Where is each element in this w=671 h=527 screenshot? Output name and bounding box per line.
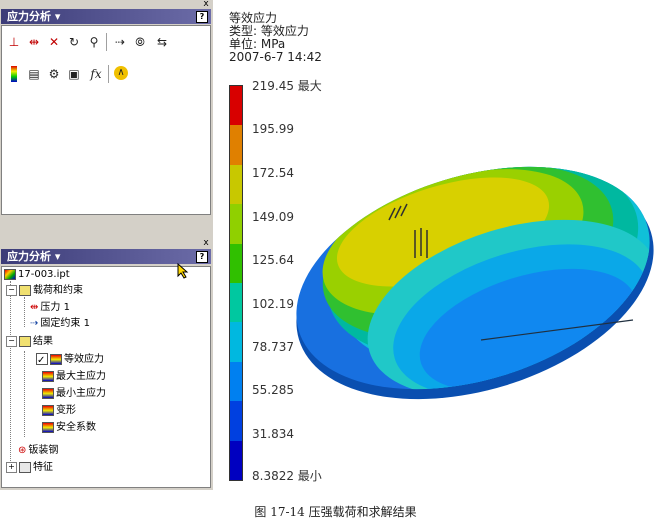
tree-item-features[interactable]: + 特征 xyxy=(6,461,53,475)
part-icon xyxy=(4,268,16,280)
stress-result-icon xyxy=(50,353,62,365)
collapse-icon[interactable]: − xyxy=(6,335,17,347)
pressure-load-icon[interactable]: ⦾ xyxy=(132,34,148,50)
checkbox-checked-icon[interactable]: ✓ xyxy=(36,353,48,366)
stress-legend-colorbar xyxy=(229,85,243,481)
legend-color-band xyxy=(229,86,243,126)
legend-value-2: 172.54 xyxy=(252,166,294,180)
legend-color-band xyxy=(229,322,243,362)
fixed-constraint-icon[interactable]: ⊥ xyxy=(6,34,22,50)
tree-item-equivalent-stress[interactable]: ✓ 等效应力 xyxy=(36,353,104,367)
legend-value-5: 102.19 xyxy=(252,297,294,311)
legend-value-3: 149.09 xyxy=(252,210,294,224)
update-icon[interactable]: ∧ xyxy=(114,66,128,80)
deformation-result-icon xyxy=(42,404,54,416)
tree-item-deformation[interactable]: 变形 xyxy=(42,404,76,418)
legend-color-band xyxy=(229,283,243,323)
report-icon[interactable]: ▤ xyxy=(26,66,42,82)
tree-line xyxy=(24,297,26,327)
results-folder-icon xyxy=(19,335,31,347)
legend-color-band xyxy=(229,243,243,283)
body-load-icon[interactable]: ⇆ xyxy=(154,34,170,50)
legend-value-1: 195.99 xyxy=(252,122,294,136)
legend-color-band xyxy=(229,204,243,244)
top-panel-close-icon[interactable]: x xyxy=(201,0,211,9)
tree-item-results[interactable]: − 结果 xyxy=(6,335,53,349)
result-timestamp: 2007-6-7 14:42 xyxy=(229,50,322,64)
bottom-panel-close-icon[interactable]: x xyxy=(201,239,211,248)
sheetmetal-icon: ⊛ xyxy=(18,445,27,456)
pressure-icon: ⇹ xyxy=(30,302,39,313)
legend-color-band xyxy=(229,361,243,402)
function-icon[interactable]: fx xyxy=(88,66,104,82)
top-panel-title[interactable]: 应力分析 ▾ ? xyxy=(1,9,211,24)
safety-result-icon xyxy=(42,421,54,433)
tree-line xyxy=(24,351,26,437)
legend-color-band xyxy=(229,164,243,205)
animate-icon[interactable]: ⚙ xyxy=(46,66,62,82)
tree-item-loads-constraints[interactable]: − 载荷和约束 xyxy=(6,284,83,298)
moment-load-icon[interactable]: ↻ xyxy=(66,34,82,50)
mouse-cursor-icon xyxy=(177,263,189,279)
bottom-panel-title-text: 应力分析 ▾ xyxy=(7,250,61,263)
stress-analysis-toolbar: ⊥ ⇹ ✕ ↻ ⚲ ⇢ ⦾ ⇆ ▤ ⚙ ▣ fx ∧ xyxy=(1,25,211,215)
fixed-constraint-tree-icon: ⇢ xyxy=(30,318,39,329)
tree-item-max-principal[interactable]: 最大主应力 xyxy=(42,370,106,384)
legend-value-6: 78.737 xyxy=(252,340,294,354)
left-browser-area: x 应力分析 ▾ ? ⊥ ⇹ ✕ ↻ ⚲ ⇢ ⦾ ⇆ ▤ ⚙ ▣ fx ∧ x … xyxy=(0,0,213,490)
bottom-panel-title[interactable]: 应力分析 ▾ ? xyxy=(1,249,211,264)
tree-item-fixed-constraint[interactable]: ⇢ 固定约束 1 xyxy=(30,317,90,331)
legend-value-8: 31.834 xyxy=(252,427,294,441)
legend-color-band xyxy=(229,440,243,480)
tree-item-min-principal[interactable]: 最小主应力 xyxy=(42,387,106,401)
stress-result-icon xyxy=(42,387,54,399)
tree-item-safety-factor[interactable]: 安全系数 xyxy=(42,421,96,435)
features-folder-icon xyxy=(19,461,31,473)
top-panel-title-text: 应力分析 ▾ xyxy=(7,10,61,23)
legend-color-band xyxy=(229,125,243,165)
bottom-panel-help-icon[interactable]: ? xyxy=(196,251,208,263)
tree-item-part[interactable]: 17-003.ipt xyxy=(4,268,70,282)
generate-report-icon[interactable]: ▣ xyxy=(66,66,82,82)
legend-color-band xyxy=(229,401,243,441)
model-browser-tree: 17-003.ipt − 载荷和约束 ⇹ 压力 1 ⇢ 固定约束 1 − 结果 ✓ 等效应… xyxy=(1,266,211,488)
toolbar-separator xyxy=(106,33,107,51)
figure-caption: 图 17-14 压强载荷和求解结果 xyxy=(254,505,417,519)
expand-icon[interactable]: + xyxy=(6,461,17,473)
pin-constraint-icon[interactable]: ⇹ xyxy=(26,34,42,50)
toolbar-separator xyxy=(108,65,109,83)
stress-contour-model[interactable]: 最大 最 xyxy=(283,160,671,420)
edge-marker-label: 最 xyxy=(653,268,664,281)
force-load-icon[interactable]: ⇢ xyxy=(112,34,128,50)
tree-line xyxy=(10,281,12,467)
max-marker-label: 最大 xyxy=(321,387,345,401)
legend-value-7: 55.285 xyxy=(252,383,294,397)
legend-value-4: 125.64 xyxy=(252,253,294,267)
legend-min-label: 8.3822 最小 xyxy=(252,469,322,483)
tree-item-pressure[interactable]: ⇹ 压力 1 xyxy=(30,301,70,315)
frictionless-constraint-icon[interactable]: ✕ xyxy=(46,34,62,50)
tree-item-sheetmetal[interactable]: ⊛ 钣装钢 xyxy=(18,444,58,458)
stress-result-icon xyxy=(42,370,54,382)
collapse-icon[interactable]: − xyxy=(6,284,17,296)
legend-max-label: 219.45 最大 xyxy=(252,79,322,93)
folder-icon xyxy=(19,284,31,296)
color-bar-icon[interactable] xyxy=(11,66,17,82)
top-panel-help-icon[interactable]: ? xyxy=(196,11,208,23)
bearing-load-icon[interactable]: ⚲ xyxy=(86,34,102,50)
